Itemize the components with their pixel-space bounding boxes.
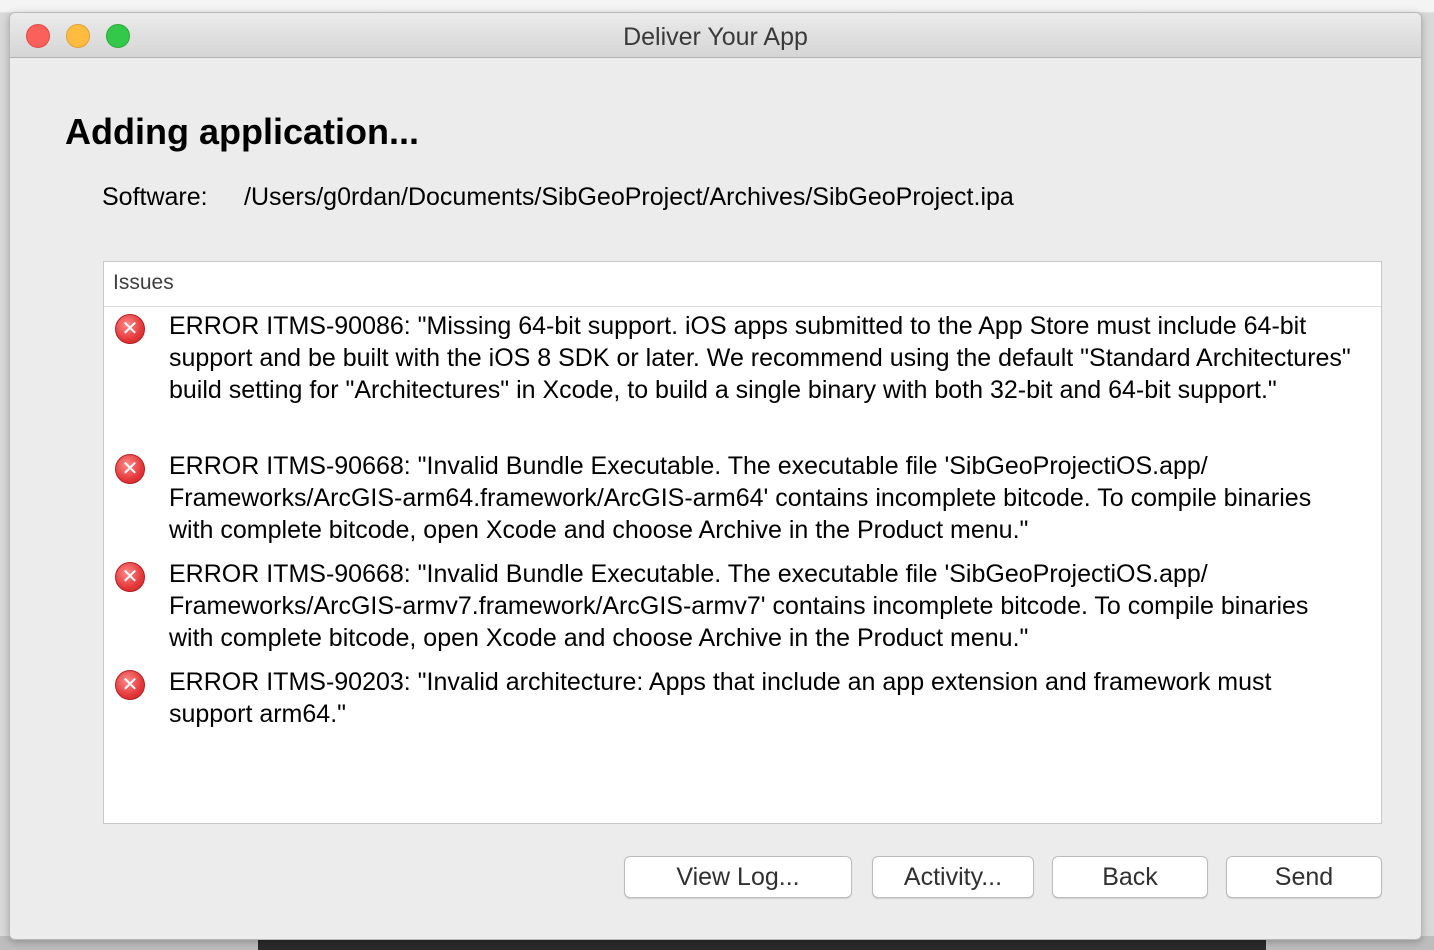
- page-heading: Adding application...: [65, 111, 419, 152]
- error-icon: ✕: [115, 670, 145, 700]
- issue-text: ERROR ITMS-90668: "Invalid Bundle Execut…: [169, 560, 1309, 652]
- issue-text: ERROR ITMS-90668: "Invalid Bundle Execut…: [169, 452, 1312, 544]
- error-icon: ✕: [115, 314, 145, 344]
- back-button[interactable]: Back: [1052, 856, 1208, 898]
- software-path: /Users/g0rdan/Documents/SibGeoProject/Ar…: [244, 183, 1014, 211]
- issues-header: Issues: [104, 262, 1381, 307]
- send-button[interactable]: Send: [1226, 856, 1382, 898]
- issue-text: ERROR ITMS-90203: "Invalid architecture:…: [169, 668, 1272, 728]
- activity-button[interactable]: Activity...: [872, 856, 1034, 898]
- deliver-app-window: Deliver Your App Adding application... S…: [9, 12, 1422, 940]
- window-title: Deliver Your App: [623, 23, 808, 51]
- issue-text: ERROR ITMS-90086: "Missing 64-bit suppor…: [169, 312, 1351, 404]
- software-label: Software:: [102, 183, 208, 211]
- error-icon: ✕: [115, 562, 145, 592]
- view-log-button[interactable]: View Log...: [624, 856, 852, 898]
- error-icon: ✕: [115, 454, 145, 484]
- title-bar[interactable]: Deliver Your App: [10, 13, 1421, 58]
- issues-list[interactable]: Issues ✕ ERROR ITMS-90086: "Missing 64-b…: [103, 261, 1382, 824]
